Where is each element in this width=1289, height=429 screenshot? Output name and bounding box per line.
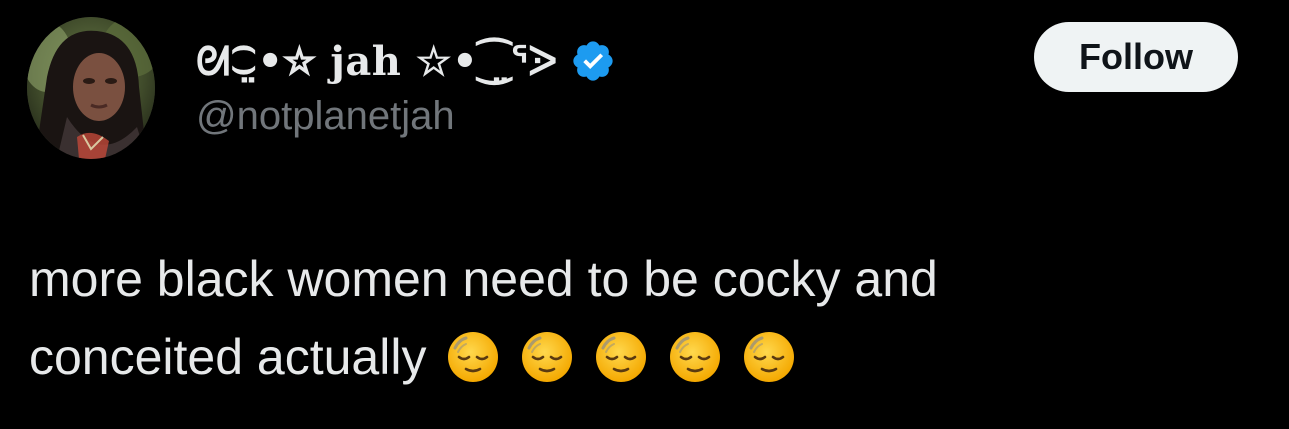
tweet-text: more black women need to be cocky and co… bbox=[29, 240, 1229, 396]
display-name[interactable]: ᘛ⁐̤•☆ jah ☆•⁐̤ᕐᐷ bbox=[196, 38, 558, 85]
pensive-face-emoji bbox=[742, 330, 796, 384]
tweet-card: ᘛ⁐̤•☆ jah ☆•⁐̤ᕐᐷ @notplanetjah Follow mo… bbox=[0, 0, 1289, 429]
pensive-face-emoji bbox=[594, 330, 648, 384]
tweet-text-line-2-text: conceited actually bbox=[29, 329, 427, 385]
avatar-photo bbox=[27, 17, 155, 159]
tweet-text-line-2: conceited actually bbox=[29, 318, 1229, 396]
follow-button[interactable]: Follow bbox=[1034, 22, 1238, 92]
display-name-row: ᘛ⁐̤•☆ jah ☆•⁐̤ᕐᐷ bbox=[196, 34, 616, 88]
pensive-face-emoji bbox=[446, 330, 500, 384]
avatar[interactable] bbox=[27, 17, 155, 159]
tweet-text-line-1: more black women need to be cocky and bbox=[29, 251, 938, 307]
verified-badge-icon[interactable] bbox=[570, 38, 616, 84]
emoji-row bbox=[446, 330, 796, 384]
pensive-face-emoji bbox=[668, 330, 722, 384]
user-handle[interactable]: @notplanetjah bbox=[196, 94, 455, 139]
pensive-face-emoji bbox=[520, 330, 574, 384]
